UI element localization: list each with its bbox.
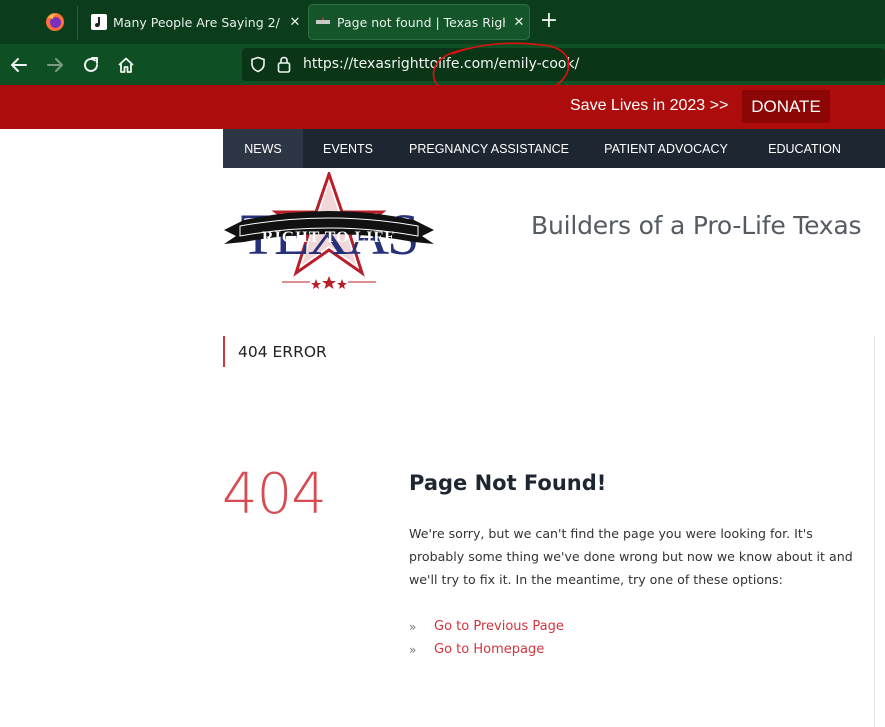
menu-item-education[interactable]: EDUCATION (747, 129, 862, 168)
texas-right-to-life-logo[interactable]: TEXAS RIGHT TO LIFE (222, 172, 436, 290)
new-tab-plus-icon[interactable]: + (539, 10, 559, 32)
page-title: 404 ERROR (223, 336, 327, 367)
menu-item-news[interactable]: NEWS (223, 129, 303, 168)
firefox-icon[interactable] (45, 12, 65, 32)
error-code: 404 (222, 462, 327, 527)
list-item: » Go to Homepage (409, 638, 564, 661)
error-message: We're sorry, but we can't find the page … (409, 526, 853, 587)
save-lives-link[interactable]: Save Lives in 2023 >> (570, 97, 728, 115)
back-arrow-icon[interactable] (8, 54, 30, 76)
shield-icon[interactable] (250, 56, 266, 73)
sidebar-divider (874, 336, 875, 727)
browser-tab-2-active[interactable]: Page not found | Texas Right to ✕ (308, 4, 530, 40)
browser-tab-1[interactable]: Many People Are Saying 2/17/2 ✕ (84, 4, 306, 40)
error-title: Page Not Found! (409, 471, 607, 495)
reload-icon[interactable] (80, 54, 102, 76)
donate-button[interactable]: DONATE (742, 90, 830, 123)
list-item: » Go to Previous Page (409, 615, 564, 638)
tab-close-icon[interactable]: ✕ (287, 14, 303, 30)
browser-tab-bar: Many People Are Saying 2/17/2 ✕ Page not… (0, 0, 885, 44)
menu-item-events[interactable]: EVENTS (303, 129, 393, 168)
site-menu: NEWS EVENTS PREGNANCY ASSISTANCE PATIENT… (223, 129, 885, 168)
tab-close-icon[interactable]: ✕ (511, 14, 527, 30)
chevron-right-icon: » (409, 619, 417, 634)
tab-favicon-icon (316, 16, 330, 24)
home-icon[interactable] (115, 54, 137, 76)
menu-item-patient-advocacy[interactable]: PATIENT ADVOCACY (585, 129, 747, 168)
lock-icon[interactable] (277, 56, 291, 73)
menu-item-pregnancy-assistance[interactable]: PREGNANCY ASSISTANCE (393, 129, 585, 168)
previous-page-link[interactable]: Go to Previous Page (434, 619, 564, 634)
chevron-right-icon: » (409, 642, 417, 657)
homepage-link[interactable]: Go to Homepage (434, 642, 544, 657)
tab-separator (77, 6, 78, 40)
error-options-list: » Go to Previous Page » Go to Homepage (409, 615, 564, 661)
forward-arrow-icon[interactable] (44, 54, 66, 76)
tab-title: Page not found | Texas Right to (337, 14, 505, 30)
site-tagline: Builders of a Pro-Life Texas (531, 211, 862, 240)
tab-favicon-icon (91, 14, 107, 30)
tab-title: Many People Are Saying 2/17/2 (113, 14, 281, 30)
logo-banner-text: RIGHT TO LIFE (262, 229, 396, 246)
donate-bar: Save Lives in 2023 >> DONATE (0, 85, 885, 129)
